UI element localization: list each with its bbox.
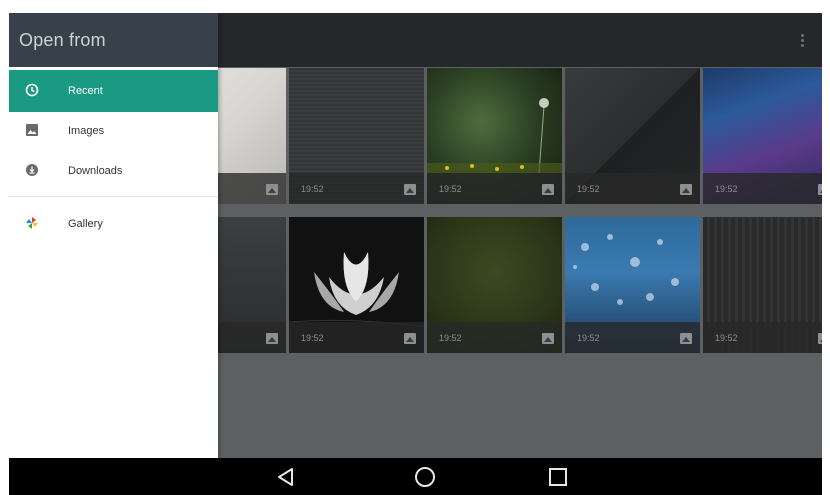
drawer-item-label: Downloads	[68, 165, 123, 177]
drawer-header: Open from	[9, 13, 218, 67]
back-button[interactable]	[273, 464, 299, 490]
divider	[9, 196, 218, 197]
image-icon	[266, 184, 278, 195]
image-icon	[680, 333, 692, 344]
drawer-item-label: Images	[68, 125, 105, 137]
drawer-item-downloads[interactable]: Downloads	[9, 150, 218, 192]
back-triangle-icon	[278, 468, 293, 486]
timestamp: 19:52	[715, 184, 738, 194]
image-icon	[404, 333, 416, 344]
file-tile[interactable]: 19:52	[289, 217, 424, 353]
tile-caption: 19:52	[289, 173, 424, 204]
drawer-item-images[interactable]: Images	[9, 110, 218, 152]
gallery-pinwheel-icon	[26, 217, 38, 229]
drawer-title: Open from	[19, 30, 106, 50]
file-tile[interactable]: 19:52	[427, 68, 562, 204]
timestamp: 19:52	[577, 184, 600, 194]
tile-caption: 19:52	[427, 173, 562, 204]
image-icon	[404, 184, 416, 195]
tile-caption: 19:52	[565, 322, 700, 353]
timestamp: 19:52	[715, 333, 738, 343]
tile-caption: 19:52	[703, 322, 822, 353]
recents-button[interactable]	[545, 464, 571, 490]
home-circle-icon	[415, 467, 435, 487]
tile-caption: 19:52	[703, 173, 822, 204]
file-tile[interactable]: 19:52	[565, 68, 700, 204]
screen: 19:52 19:52 19:52 19:52 19:52 19:52 19:5…	[9, 13, 822, 495]
file-tile[interactable]: 19:52	[565, 217, 700, 353]
image-icon	[26, 124, 38, 136]
file-tile[interactable]: 19:52	[427, 217, 562, 353]
image-icon	[680, 184, 692, 195]
file-tile[interactable]: 19:52	[703, 68, 822, 204]
drawer-item-label: Gallery	[68, 218, 103, 230]
image-icon	[818, 333, 822, 344]
overflow-menu-button[interactable]	[782, 13, 822, 67]
image-icon	[542, 333, 554, 344]
image-icon	[818, 184, 822, 195]
drawer-item-recent[interactable]: Recent	[9, 70, 218, 112]
image-icon	[266, 333, 278, 344]
tile-caption: 19:52	[565, 173, 700, 204]
overflow-menu-icon	[800, 33, 804, 48]
drawer-item-gallery[interactable]: Gallery	[9, 203, 218, 245]
tile-caption: 19:52	[289, 322, 424, 353]
timestamp: 19:52	[439, 333, 462, 343]
clock-icon	[25, 83, 39, 97]
download-icon	[26, 164, 38, 176]
home-button[interactable]	[412, 464, 438, 490]
timestamp: 19:52	[301, 184, 324, 194]
recents-square-icon	[549, 468, 567, 486]
timestamp: 19:52	[439, 184, 462, 194]
navigation-drawer: Open from Recent Images Downloads Galler…	[9, 13, 218, 458]
timestamp: 19:52	[577, 333, 600, 343]
drawer-item-label: Recent	[68, 85, 103, 97]
file-tile[interactable]: 19:52	[703, 217, 822, 353]
navigation-bar	[9, 458, 822, 495]
device-frame: 19:52 19:52 19:52 19:52 19:52 19:52 19:5…	[0, 0, 830, 495]
image-icon	[542, 184, 554, 195]
file-tile[interactable]: 19:52	[289, 68, 424, 204]
timestamp: 19:52	[301, 333, 324, 343]
tile-caption: 19:52	[427, 322, 562, 353]
